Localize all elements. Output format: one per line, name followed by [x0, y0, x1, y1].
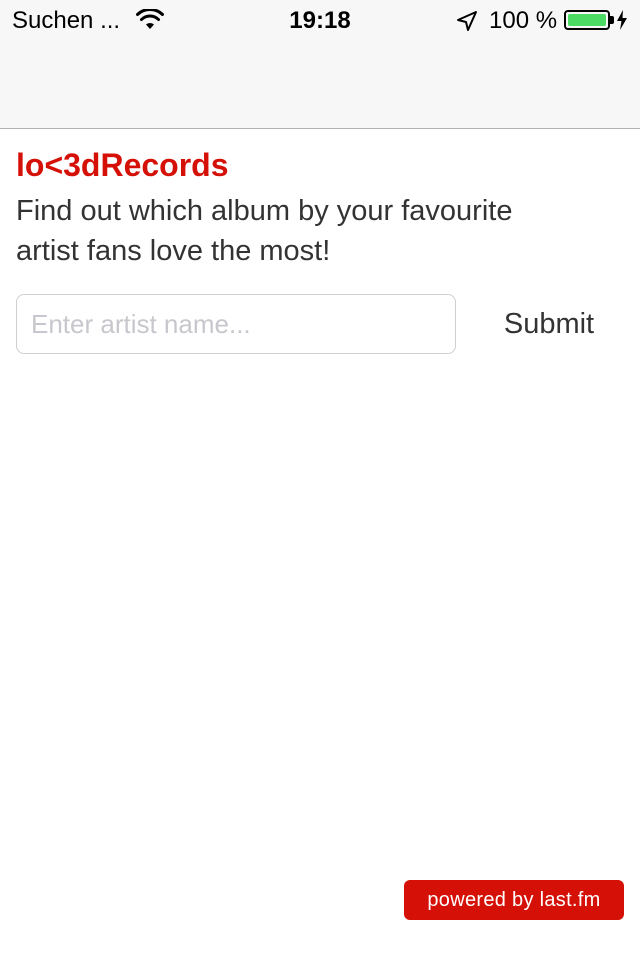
battery-icon [564, 10, 610, 30]
location-arrow-icon [457, 11, 477, 31]
artist-search-input[interactable] [16, 294, 456, 354]
submit-button[interactable]: Submit [482, 294, 616, 354]
navigation-bar [0, 40, 640, 129]
battery-fill [568, 14, 606, 26]
app-title: lo<3dRecords [16, 147, 229, 183]
status-bar: Suchen ... 19:18 100 % [0, 0, 640, 40]
battery-tip [610, 16, 614, 24]
battery-percent: 100 % [489, 7, 558, 34]
charging-bolt-icon [617, 10, 627, 30]
main-content: lo<3dRecords Find out which album by you… [16, 145, 626, 271]
tagline: Find out which album by your favourite a… [16, 195, 513, 267]
powered-by-lastfm-badge[interactable]: powered by last.fm [404, 880, 624, 920]
